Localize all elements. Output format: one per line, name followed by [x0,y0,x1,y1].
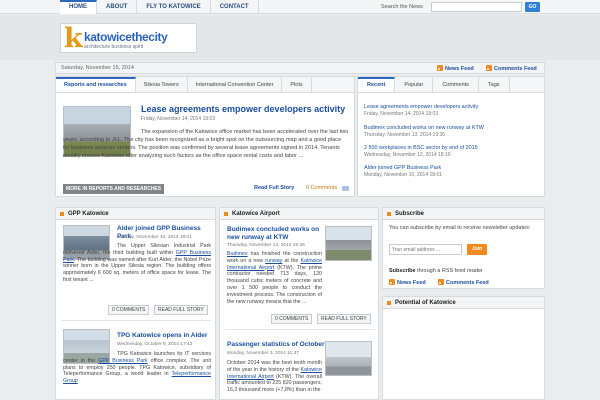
tab-comments[interactable]: Comments [433,77,479,92]
potential-heading: Potential of Katowice [383,297,544,309]
featured-date: Friday, November 14, 2014 19:03 [141,116,216,122]
column-heading: GPP Katowice [56,208,215,220]
recent-item[interactable]: Budimex concluded works on new runway at… [364,125,484,138]
post-date: Thursday, November 13, 2014 19:36 [227,243,305,248]
post-excerpt: October 2014 was the best tenth month of… [227,360,322,394]
search-label: Search the News [381,4,423,10]
news-feed-label: News Feed [397,280,426,286]
post-excerpt: Budimex has finished the construction wo… [227,251,322,305]
email-field[interactable] [389,244,462,255]
tabbed-sidebar: Recent Popular Comments Tags Lease agree… [357,76,545,197]
subscribe-description: You can subscribe by email to receive ne… [389,225,531,231]
logo-tagline: architecture business spirit [84,44,144,50]
join-button[interactable]: Join [467,244,487,255]
excerpt-text: . The building was named after Kurt Alde… [63,256,211,283]
comments-button[interactable]: 0 COMMENTS [108,305,150,315]
subscribe-heading: Subscribe [383,208,544,220]
rss-description: Subscribe through a RSS feed reader [389,268,483,274]
read-full-story-button[interactable]: READ FULL STORY [154,305,208,315]
rss-icon [437,65,443,71]
read-full-story-button[interactable]: READ FULL STORY [317,314,371,324]
recent-item[interactable]: 2 500 workplaces in BSC sector by end of… [364,145,478,158]
search-button[interactable]: GO [525,2,540,12]
current-date: Saturday, November 15, 2014 [61,65,134,71]
header: k katowicethecity architecture business … [0,15,600,60]
recent-item-title[interactable]: Alder joined GPP Business Park [364,165,442,171]
featured-excerpt: The expansion of the Katowice office mar… [63,129,349,159]
read-full-story-link[interactable]: Read Full Story [254,185,294,191]
news-feed-label: News Feed [445,66,474,72]
gpp-business-park-link[interactable]: GPP Business Park [98,358,147,364]
featured-tabs: Reports and researches Silesia Towers In… [56,77,354,93]
katowice-airport-column: Katowice Airport Budimex concluded works… [219,207,379,400]
recent-item-date: Monday, November 10, 2014 18:01 [364,172,443,178]
comments-feed-link[interactable]: Comments Feed [438,279,489,286]
post-thumbnail[interactable] [325,341,372,376]
nav-contact[interactable]: CONTACT [211,0,259,14]
tab-reports-and-researches[interactable]: Reports and researches [56,77,136,92]
column-heading: Katowice Airport [220,208,378,220]
post-date: Monday, November 10, 2014 18:01 [117,235,192,240]
divider [61,320,211,321]
recent-item-title[interactable]: Lease agreements empower developers acti… [364,104,478,110]
site-logo[interactable]: k katowicethecity architecture business … [60,23,197,53]
gpp-katowice-column: GPP Katowice Alder joined GPP Business P… [55,207,216,400]
tab-popular[interactable]: Popular [395,77,434,92]
nav-home[interactable]: HOME [60,0,97,14]
post-excerpt: The Upper Silesian Industrial Park deliv… [63,243,211,284]
recent-item[interactable]: Alder joined GPP Business Park Monday, N… [364,165,442,178]
sidebar-tabs: Recent Popular Comments Tags [358,77,544,93]
post-thumbnail[interactable] [325,226,372,261]
rss-icon [486,65,492,71]
nav-fly-to-katowice[interactable]: FLY TO KATOWICE [137,0,211,14]
comments-count-link[interactable]: 0 Comments [306,185,337,191]
tab-silesia-towers[interactable]: Silesia Towers [136,77,188,92]
more-reports-button[interactable]: MORE IN REPORTS AND RESEARCHES [63,184,165,194]
featured-panel: Reports and researches Silesia Towers In… [55,76,355,197]
rss-icon [389,279,395,285]
comments-button[interactable]: 0 COMMENTS [271,314,313,324]
comments-feed-label: Comments Feed [494,66,537,72]
recent-item-date: Friday, November 14, 2014 19:03 [364,111,439,117]
comment-icon [342,186,349,191]
post-title[interactable]: Passenger statistics of October [227,341,327,349]
post-title[interactable]: TPG Katowice opens in Alder [117,332,212,340]
rss-subscribe-label: Subscribe [389,268,416,274]
date-bar: Saturday, November 15, 2014 News Feed Co… [55,62,545,74]
runway-link[interactable]: runway [265,258,282,264]
recent-item-title[interactable]: 2 500 workplaces in BSC sector by end of… [364,145,478,151]
top-navigation: HOME ABOUT FLY TO KATOWICE CONTACT [60,0,259,14]
post-date: Wednesday, October 8, 2014 17:43 [117,342,193,347]
nav-about[interactable]: ABOUT [97,0,138,14]
comments-feed-label: Comments Feed [446,280,489,286]
logo-mark: k [64,23,83,54]
tab-plots[interactable]: Plots [282,77,312,92]
recent-item-date: Wednesday, November 12, 2014 18:10 [364,152,451,158]
comments-feed-link[interactable]: Comments Feed [486,65,537,72]
logo-name: katowicethecity [84,30,168,44]
search-input[interactable] [431,2,522,12]
post-title[interactable]: Budimex concluded works on new runway at… [227,226,322,241]
divider [225,329,375,330]
news-feed-link[interactable]: News Feed [437,65,474,72]
rss-icon [438,279,444,285]
rss-description-text: through a RSS feed reader [417,268,483,274]
excerpt-text: at the [284,257,299,264]
recent-item-title[interactable]: Budimex concluded works on new runway at… [364,125,484,131]
featured-title[interactable]: Lease agreements empower developers acti… [141,104,345,114]
subscribe-widget: Subscribe You can subscribe by email to … [382,207,545,289]
budimex-link[interactable]: Budimex [227,251,248,257]
post-excerpt: TPG Katowice launches its IT services ce… [63,351,211,385]
post-date: Monday, November 3, 2014 11:37 [227,351,299,356]
tab-recent[interactable]: Recent [358,77,396,92]
news-feed-link[interactable]: News Feed [389,279,426,286]
top-bar: HOME ABOUT FLY TO KATOWICE CONTACT Searc… [0,0,600,14]
recent-item-date: Thursday, November 13, 2014 19:36 [364,132,446,138]
potential-of-katowice-widget: Potential of Katowice [382,296,545,400]
recent-item[interactable]: Lease agreements empower developers acti… [364,104,478,117]
excerpt-text: (KTW). The prime contractor needed 713 d… [227,264,322,305]
tab-tags[interactable]: Tags [479,77,510,92]
tab-international-convention-center[interactable]: International Convention Center [188,77,283,92]
